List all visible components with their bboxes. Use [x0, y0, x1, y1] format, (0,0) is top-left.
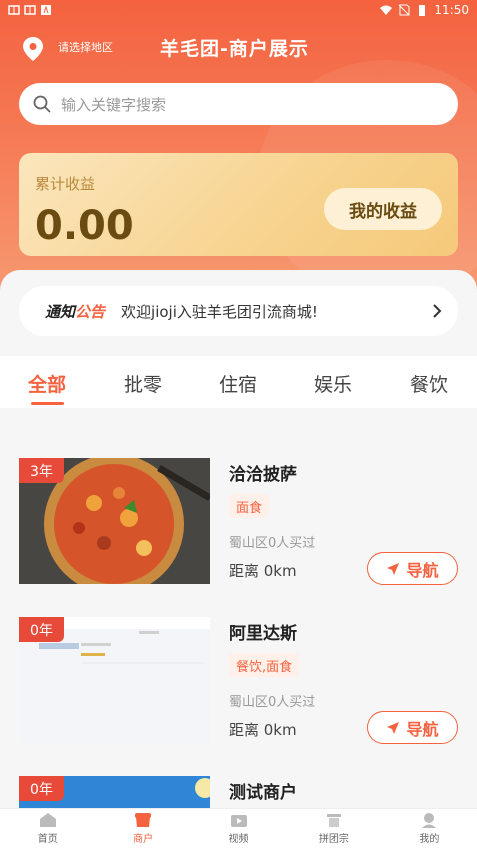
top-bar: 请选择地区 羊毛团-商户展示 [0, 30, 477, 66]
navigate-button[interactable]: 导航 [367, 711, 458, 744]
merchant-item[interactable]: 3年 洽洽披萨 面食 蜀山区0人买过 距离 0km 导航 [0, 458, 477, 586]
category-tabs: 全部 批零 住宿 娱乐 餐饮 [0, 356, 477, 408]
notification-icon [8, 5, 20, 15]
notice-text: 欢迎jioji入驻羊毛团引流商城! [121, 302, 318, 321]
page-title: 羊毛团-商户展示 [160, 38, 309, 60]
nav-merchants-label: 商户 [133, 834, 154, 845]
navigate-button[interactable]: 导航 [367, 552, 458, 585]
earnings-label: 累计收益 [35, 175, 96, 193]
chevron-right-icon [433, 304, 442, 318]
merchant-sold: 蜀山区0人买过 [229, 536, 316, 551]
my-earnings-button[interactable]: 我的收益 [324, 188, 442, 230]
location-icon[interactable] [22, 36, 44, 62]
years-badge: 0年 [19, 617, 64, 642]
user-icon [422, 813, 437, 828]
no-sim-icon [399, 4, 410, 16]
search-placeholder: 输入关键字搜索 [61, 95, 167, 114]
app-notification-icon [41, 5, 51, 15]
notification-icon [24, 5, 36, 15]
home-icon [39, 813, 56, 827]
years-badge: 3年 [19, 458, 64, 483]
tab-lodging[interactable]: 住宿 [219, 370, 257, 397]
video-icon [230, 815, 247, 827]
merchant-tag: 餐饮,面食 [229, 653, 300, 677]
notice-bar[interactable]: 通知公告 欢迎jioji入驻羊毛团引流商城! [19, 286, 458, 336]
store-icon [135, 813, 152, 827]
status-bar: 11:50 [0, 0, 477, 20]
navigation-arrow-icon [387, 721, 400, 734]
earnings-card: 累计收益 0.00 我的收益 [19, 153, 458, 256]
merchant-name: 洽洽披萨 [229, 465, 297, 485]
nav-video-label: 视频 [228, 834, 249, 845]
merchant-distance: 距离 0km [229, 721, 297, 739]
status-time: 11:50 [434, 3, 469, 17]
merchant-tag: 面食 [229, 494, 270, 518]
earnings-value: 0.00 [35, 203, 134, 249]
search-input[interactable]: 输入关键字搜索 [19, 83, 458, 125]
tab-all[interactable]: 全部 [28, 370, 66, 397]
merchant-name: 测试商户 [229, 783, 297, 803]
merchant-name: 阿里达斯 [229, 624, 297, 644]
bottom-navigation: 首页 商户 视频 拼团宗 我的 [0, 808, 477, 848]
tab-entertainment[interactable]: 娱乐 [314, 370, 352, 397]
group-icon [326, 814, 341, 827]
nav-merchants[interactable]: 商户 [95, 809, 190, 848]
merchant-sold: 蜀山区0人买过 [229, 695, 316, 710]
nav-video[interactable]: 视频 [191, 809, 286, 848]
region-selector[interactable]: 请选择地区 [58, 39, 113, 55]
wifi-icon [380, 5, 393, 15]
nav-group[interactable]: 拼团宗 [286, 809, 381, 848]
navigate-label: 导航 [406, 719, 439, 739]
search-icon [33, 95, 51, 113]
merchant-item[interactable]: 0年 阿里达斯 餐饮,面食 蜀山区0人买过 距离 0km 导航 [0, 617, 477, 745]
nav-home-label: 首页 [37, 834, 58, 845]
notice-logo: 通知公告 [45, 302, 106, 321]
navigate-label: 导航 [406, 560, 439, 580]
nav-group-label: 拼团宗 [318, 834, 349, 845]
years-badge: 0年 [19, 776, 64, 801]
nav-profile-label: 我的 [419, 834, 440, 845]
nav-home[interactable]: 首页 [0, 809, 95, 848]
navigation-arrow-icon [387, 562, 400, 575]
merchant-item[interactable]: 0年 测试商户 [0, 776, 477, 808]
tab-retail[interactable]: 批零 [124, 370, 162, 397]
tab-dining[interactable]: 餐饮 [410, 370, 448, 397]
active-tab-indicator [31, 402, 64, 405]
nav-profile[interactable]: 我的 [382, 809, 477, 848]
battery-icon [419, 5, 426, 16]
merchant-distance: 距离 0km [229, 562, 297, 580]
